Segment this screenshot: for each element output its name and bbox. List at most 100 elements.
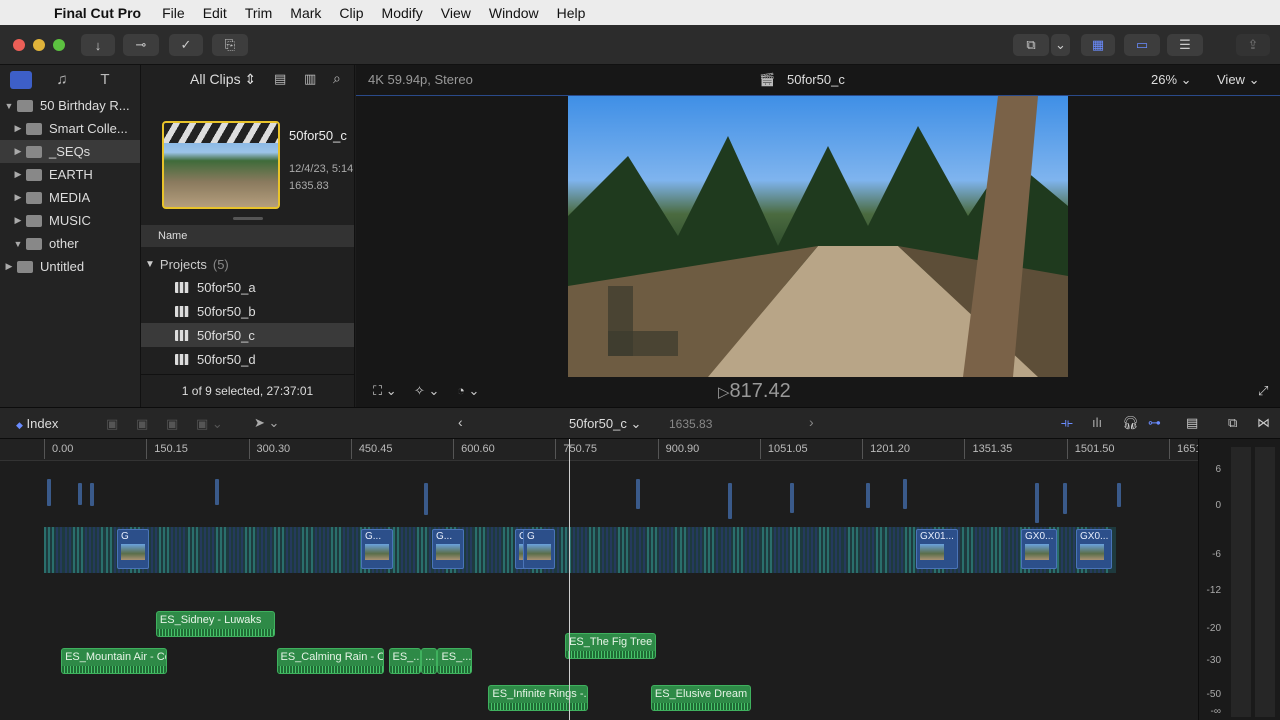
- disclosure-down-icon[interactable]: ▼: [4, 101, 14, 111]
- menu-modify[interactable]: Modify: [373, 5, 432, 21]
- timeline[interactable]: 0.00 150.15 300.30 450.45 600.60 750.75 900.90…: [0, 439, 1198, 720]
- search-icon[interactable]: ⌕: [333, 70, 341, 87]
- project-thumbnail[interactable]: [162, 121, 280, 209]
- connect-clip-icon[interactable]: ▣: [106, 416, 118, 432]
- audio-clip[interactable]: ...: [421, 648, 437, 674]
- audio-clip[interactable]: ES_...: [389, 648, 421, 674]
- audio-clip[interactable]: ES_The Fig Tree -...: [565, 633, 656, 659]
- transitions-browser-icon[interactable]: ⋈: [1257, 415, 1270, 431]
- background-tasks-icon[interactable]: ✓: [169, 34, 203, 56]
- import-icon[interactable]: ↓: [81, 34, 115, 56]
- zoom-dropdown[interactable]: 26% ⌄: [1151, 72, 1192, 88]
- splitter-handle[interactable]: [233, 217, 263, 220]
- library-item[interactable]: ▼ other: [0, 232, 140, 255]
- enhance-icon[interactable]: ✧ ⌄: [414, 383, 439, 399]
- index-button[interactable]: ◆ Index: [16, 416, 58, 431]
- browser-toggle-icon[interactable]: ▦: [1081, 34, 1115, 56]
- clip-filter-dropdown[interactable]: All Clips ⇕: [190, 71, 256, 88]
- photos-audio-icon[interactable]: ♫: [52, 71, 72, 89]
- workspace-icon[interactable]: ⧉: [1013, 34, 1049, 56]
- project-item[interactable]: 50for50_a: [141, 275, 354, 299]
- keywords-icon[interactable]: ⊸: [123, 34, 159, 56]
- video-frame[interactable]: [568, 96, 1068, 377]
- disclosure-right-icon[interactable]: ▶: [13, 169, 23, 180]
- transform-icon[interactable]: ⛶ ⌄: [373, 383, 397, 399]
- inspector-toggle-icon[interactable]: ☰: [1167, 34, 1203, 56]
- libraries-icon[interactable]: [10, 71, 32, 89]
- timeline-toggle-icon[interactable]: ▭: [1124, 34, 1160, 56]
- snapping-icon[interactable]: ⊶: [1148, 415, 1161, 431]
- disclosure-right-icon[interactable]: ▶: [13, 215, 23, 226]
- video-clip[interactable]: G: [523, 529, 555, 569]
- audio-clip[interactable]: ES_Mountain Air - Cod...: [61, 648, 167, 674]
- overwrite-clip-icon[interactable]: ▣ ⌄: [196, 416, 223, 432]
- connected-clip[interactable]: [78, 483, 82, 505]
- playhead[interactable]: [569, 439, 570, 720]
- library-item[interactable]: ▶ _SEQs: [0, 140, 140, 163]
- timeline-ruler[interactable]: 0.00 150.15 300.30 450.45 600.60 750.75 900.90…: [0, 439, 1198, 461]
- menu-window[interactable]: Window: [480, 5, 548, 21]
- library-item[interactable]: ▶ MEDIA: [0, 186, 140, 209]
- audio-clip[interactable]: ES_Elusive Dream - A...: [651, 685, 751, 711]
- connected-clip[interactable]: [866, 483, 870, 508]
- library-item[interactable]: ▶ Smart Colle...: [0, 117, 140, 140]
- name-column-header[interactable]: Name: [141, 225, 354, 247]
- connected-clip[interactable]: [636, 479, 640, 509]
- project-item[interactable]: 50for50_d: [141, 347, 354, 371]
- project-item[interactable]: 50for50_c: [141, 323, 354, 347]
- workspace-dropdown-icon[interactable]: ⌄: [1051, 34, 1070, 56]
- filmstrip-icon[interactable]: ▥: [304, 71, 316, 87]
- connected-clip[interactable]: [728, 483, 732, 519]
- video-clip[interactable]: GX0...: [1021, 529, 1057, 569]
- share-icon[interactable]: ⇪: [1236, 34, 1270, 56]
- library-item[interactable]: ▶ Untitled: [0, 255, 140, 278]
- skimming-icon[interactable]: ⟛: [1061, 415, 1073, 431]
- video-clip[interactable]: G...: [361, 529, 393, 569]
- effects-browser-icon[interactable]: ⧉: [1228, 415, 1237, 431]
- project-item[interactable]: 50for50_b: [141, 299, 354, 323]
- menu-mark[interactable]: Mark: [281, 5, 330, 21]
- disclosure-down-icon[interactable]: ▼: [13, 239, 23, 249]
- connected-clip[interactable]: [1035, 483, 1039, 523]
- back-icon[interactable]: ‹: [458, 414, 463, 430]
- append-clip-icon[interactable]: ▣: [166, 416, 178, 432]
- connected-clip[interactable]: [424, 483, 428, 515]
- disclosure-right-icon[interactable]: ▶: [4, 261, 14, 272]
- audio-clip[interactable]: ES_Calming Rain - Ca...: [277, 648, 385, 674]
- connected-clip[interactable]: [1063, 483, 1067, 514]
- video-clip[interactable]: G: [117, 529, 149, 569]
- timecode-display[interactable]: ▷817.42: [718, 380, 791, 403]
- audio-clip[interactable]: ES_Infinite Rings -...: [488, 685, 587, 711]
- share-role-icon[interactable]: ⎘: [212, 34, 248, 56]
- project-dropdown[interactable]: 50for50_c ⌄: [569, 416, 641, 432]
- connected-clip[interactable]: [47, 479, 51, 506]
- connected-clip[interactable]: [903, 479, 907, 509]
- connected-clip[interactable]: [790, 483, 794, 513]
- connected-clip[interactable]: [215, 479, 219, 505]
- titles-generators-icon[interactable]: T: [95, 71, 115, 89]
- fullscreen-icon[interactable]: ⤢: [1258, 383, 1268, 399]
- minimize-window-button[interactable]: [33, 39, 45, 51]
- forward-icon[interactable]: ›: [809, 414, 814, 430]
- zoom-window-button[interactable]: [53, 39, 65, 51]
- menu-clip[interactable]: Clip: [330, 5, 372, 21]
- library-item[interactable]: ▼ 50 Birthday R...: [0, 94, 140, 117]
- library-item[interactable]: ▶ EARTH: [0, 163, 140, 186]
- video-clip[interactable]: GX01...: [916, 529, 958, 569]
- menu-file[interactable]: File: [153, 5, 194, 21]
- retime-icon[interactable]: ◔ ⌄: [457, 383, 479, 399]
- headphones-icon[interactable]: 🎧︎: [1122, 415, 1139, 431]
- menu-trim[interactable]: Trim: [236, 5, 281, 21]
- clip-appearance-icon[interactable]: ▤: [1186, 415, 1198, 431]
- clip-appearance-icon[interactable]: ▤: [274, 71, 286, 87]
- video-clip[interactable]: G...: [432, 529, 464, 569]
- connected-clip[interactable]: [1117, 483, 1121, 507]
- view-dropdown[interactable]: View ⌄: [1217, 72, 1259, 88]
- disclosure-right-icon[interactable]: ▶: [13, 123, 23, 134]
- video-clip[interactable]: GX0...: [1076, 529, 1112, 569]
- app-menu[interactable]: Final Cut Pro: [52, 5, 153, 21]
- projects-group[interactable]: ▼ Projects (5): [145, 254, 229, 274]
- library-item[interactable]: ▶ MUSIC: [0, 209, 140, 232]
- audio-skimming-icon[interactable]: ılı: [1092, 415, 1102, 430]
- connected-clip[interactable]: [90, 483, 94, 506]
